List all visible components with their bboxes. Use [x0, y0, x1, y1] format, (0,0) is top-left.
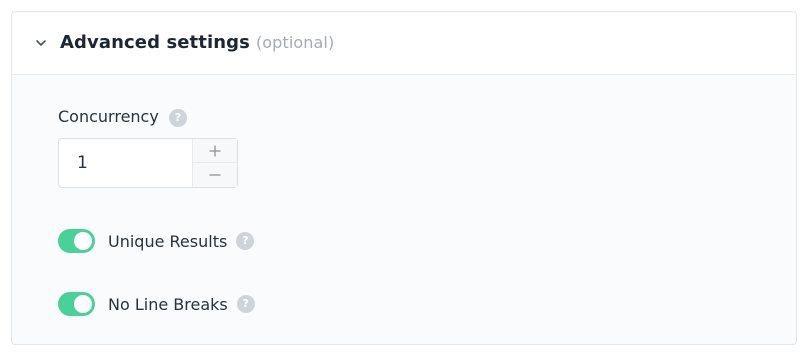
increment-button[interactable] — [193, 139, 237, 163]
plus-icon — [209, 145, 221, 156]
unique-results-help-icon[interactable]: ? — [236, 232, 255, 250]
unique-results-row: Unique Results ? — [58, 228, 255, 254]
concurrency-label: Concurrency — [58, 107, 159, 126]
decrement-button[interactable] — [193, 163, 237, 187]
unique-results-label: Unique Results — [108, 231, 228, 251]
optional-hint: (optional) — [255, 33, 335, 52]
no-line-breaks-help-icon[interactable]: ? — [236, 295, 255, 313]
toggle-knob — [74, 232, 92, 250]
unique-results-toggle[interactable] — [58, 229, 95, 253]
section-title-text: Advanced settings — [60, 32, 250, 53]
no-line-breaks-toggle[interactable] — [58, 292, 95, 316]
stepper-buttons — [192, 139, 237, 187]
no-line-breaks-label: No Line Breaks — [108, 294, 228, 314]
no-line-breaks-row: No Line Breaks ? — [58, 291, 255, 317]
toggle-knob — [74, 295, 92, 313]
advanced-settings-header[interactable]: Advanced settings (optional) — [12, 12, 796, 75]
advanced-settings-title: Advanced settings (optional) — [60, 32, 334, 53]
minus-icon — [209, 174, 221, 176]
concurrency-stepper — [58, 138, 238, 188]
concurrency-help-icon[interactable]: ? — [169, 109, 187, 127]
chevron-down-icon[interactable] — [34, 36, 48, 50]
concurrency-input[interactable] — [59, 139, 193, 187]
advanced-settings-panel: Advanced settings (optional) Concurrency … — [11, 11, 797, 345]
